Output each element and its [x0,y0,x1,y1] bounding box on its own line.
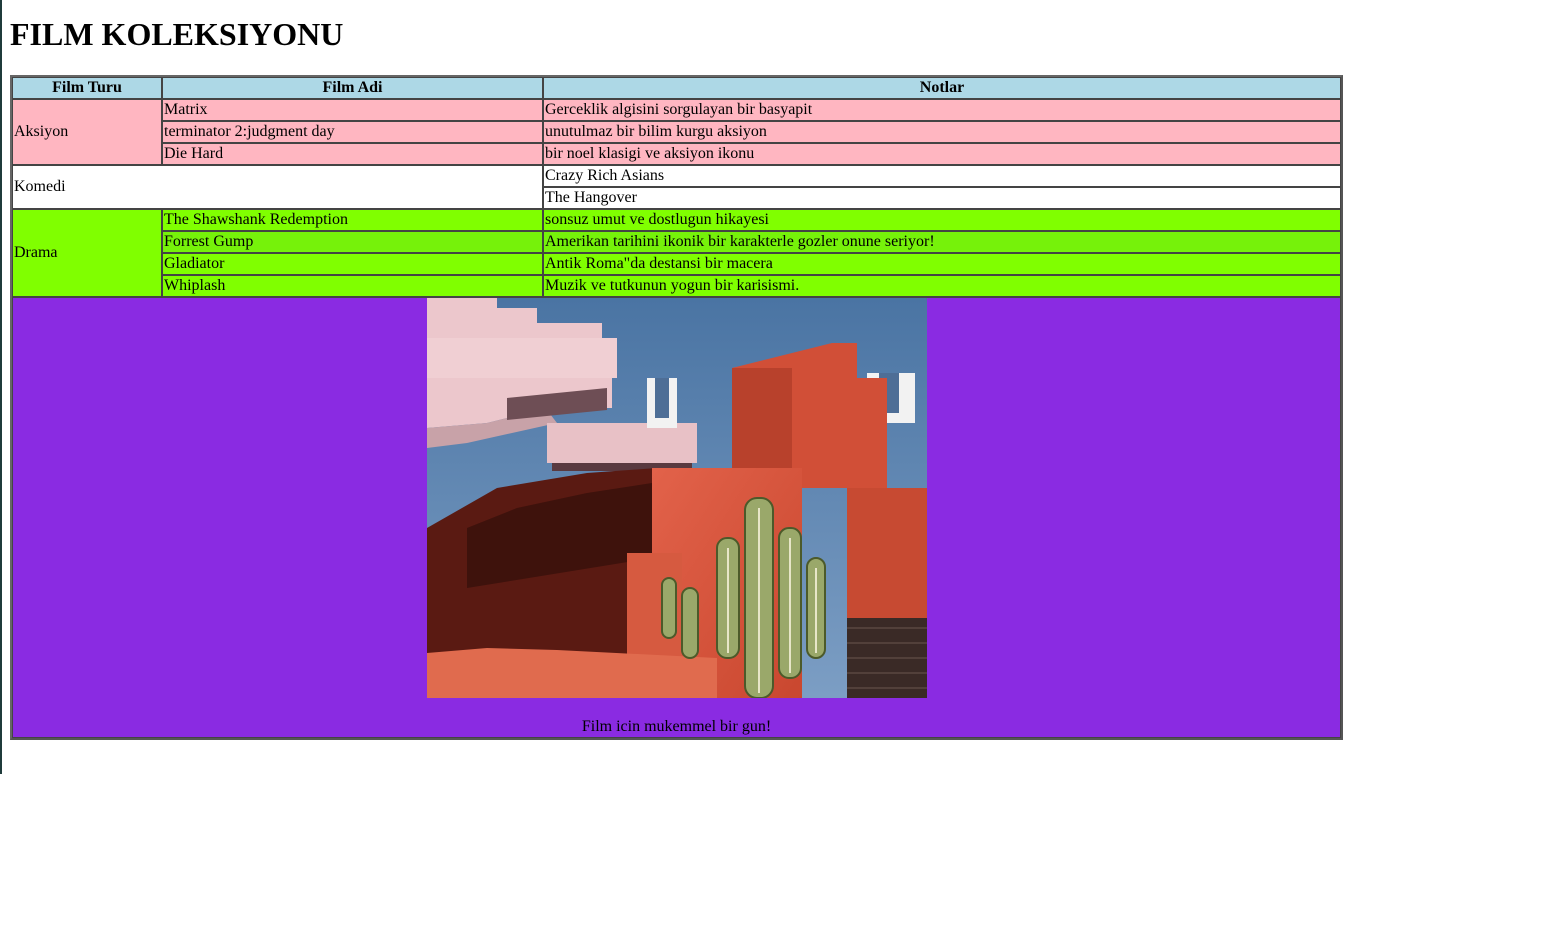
page-title: FILM KOLEKSIYONU [10,16,344,52]
table-footer-row: Film icin mukemmel bir gun! [12,297,1341,738]
genre-cell-aksiyon: Aksiyon [12,99,162,165]
film-name-cell: Gladiator [162,253,543,275]
header-notlar: Notlar [543,77,1341,99]
table-row: Whiplash Muzik ve tutkunun yogun bir kar… [12,275,1341,297]
film-table: Film Turu Film Adi Notlar Aksiyon Matrix… [10,75,1343,740]
film-name-cell: Forrest Gump [162,231,543,253]
film-note-cell: Amerikan tarihini ikonik bir karakterle … [543,231,1341,253]
table-row: Forrest Gump Amerikan tarihini ikonik bi… [12,231,1341,253]
architecture-cactus-photo [426,298,927,698]
table-row: Drama The Shawshank Redemption sonsuz um… [12,209,1341,297]
table-row: Komedi Crazy Rich Asians [12,165,1341,209]
film-note-cell: unutulmaz bir bilim kurgu aksiyon [543,121,1341,143]
window-left-edge [0,0,2,774]
film-name-cell: Crazy Rich Asians [543,165,1341,187]
table-row: Gladiator Antik Roma"da destansi bir mac… [12,253,1341,275]
film-name-cell: The Shawshank Redemption [162,209,543,231]
photo-caption: Film icin mukemmel bir gun! [581,718,772,735]
film-name-cell: Die Hard [162,143,543,165]
genre-cell-drama: Drama [12,209,162,297]
genre-cell-komedi: Komedi [12,165,543,209]
table-header-row: Film Turu Film Adi Notlar [12,77,1341,99]
film-note-cell: Gerceklik algisini sorgulayan bir basyap… [543,99,1341,121]
film-note-cell: Antik Roma"da destansi bir macera [543,253,1341,275]
table-row: Aksiyon Matrix Gerceklik algisini sorgul… [12,99,1341,165]
film-note-cell: Muzik ve tutkunun yogun bir karisismi. [543,275,1341,297]
photo-cell: Film icin mukemmel bir gun! [12,297,1341,738]
film-name-cell: The Hangover [543,187,1341,209]
table-row: Die Hard bir noel klasigi ve aksiyon iko… [12,143,1341,165]
film-note-cell: bir noel klasigi ve aksiyon ikonu [543,143,1341,165]
film-name-cell: terminator 2:judgment day [162,121,543,143]
film-note-cell: sonsuz umut ve dostlugun hikayesi [543,209,1341,231]
header-film-adi: Film Adi [162,77,543,99]
film-name-cell: Matrix [162,99,543,121]
table-row: terminator 2:judgment day unutulmaz bir … [12,121,1341,143]
header-film-turu: Film Turu [12,77,162,99]
film-name-cell: Whiplash [162,275,543,297]
